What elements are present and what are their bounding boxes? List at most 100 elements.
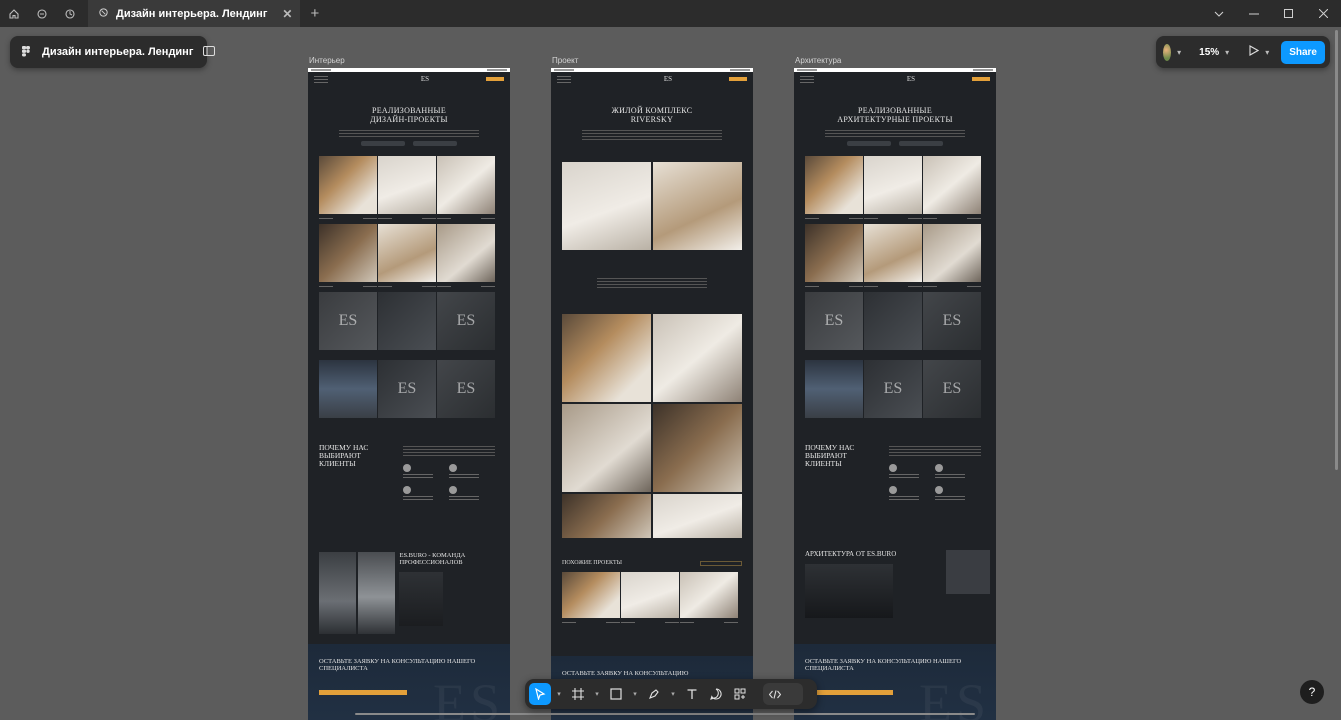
project-card: [562, 572, 620, 623]
site-logo: ES: [420, 75, 430, 83]
why-title: Почему нас выбирают клиенты: [805, 443, 855, 468]
project-card: [680, 572, 738, 623]
share-button[interactable]: Share: [1281, 40, 1325, 64]
frame-interior[interactable]: ES Реализованные дизайн-проекты ES ES ES…: [308, 68, 510, 720]
gallery-row: [562, 494, 753, 538]
team-photo: [319, 552, 357, 634]
projects-grid: ES ES: [805, 360, 996, 418]
minimize-icon[interactable]: [1236, 0, 1271, 27]
layout-toggle-icon[interactable]: [203, 43, 216, 61]
nav-cta: [728, 77, 747, 81]
why-section: Почему нас выбирают клиенты: [319, 444, 510, 500]
hero-text: [582, 130, 722, 140]
projects-grid: [319, 224, 510, 287]
chevron-down-icon[interactable]: ▾: [591, 690, 603, 698]
text-tool-icon[interactable]: [681, 683, 703, 705]
gallery-photo: [653, 162, 742, 250]
consult-title: Оставьте заявку на консультацию нашего с…: [319, 658, 476, 672]
submit-button: [805, 690, 893, 695]
gallery-photo: [562, 314, 651, 402]
gallery-photo: [653, 404, 742, 492]
frame-architecture[interactable]: ES Реализованные архитектурные проекты E…: [794, 68, 996, 720]
close-tab-icon[interactable]: ✕: [282, 7, 292, 21]
projects-grid: [805, 224, 996, 287]
placeholder-card: ES: [378, 360, 436, 418]
project-card: [864, 156, 922, 219]
projects-grid: ES ES: [805, 292, 996, 350]
frame-tool-icon[interactable]: [567, 683, 589, 705]
tab-active-file[interactable]: Дизайн интерьера. Лендинг ✕: [88, 0, 301, 27]
team-title: ES.BURO - команда профессионалов: [399, 552, 466, 566]
placeholder-card: ES: [864, 360, 922, 418]
hero-title: Реализованные архитектурные проекты: [837, 106, 953, 124]
frame-label-interior[interactable]: Интерьер: [309, 56, 345, 65]
projects-grid: ES ES: [319, 292, 510, 350]
project-card: [805, 224, 863, 287]
help-button[interactable]: ?: [1300, 680, 1324, 704]
pen-tool-icon[interactable]: [643, 683, 665, 705]
figma-file-icon: [98, 7, 109, 21]
gallery-row: [562, 314, 753, 402]
new-tab-button[interactable]: +: [310, 5, 319, 22]
file-name[interactable]: Дизайн интерьера. Лендинг: [42, 46, 193, 58]
why-section: Почему нас выбирают клиенты: [805, 444, 996, 500]
window-controls: [1201, 0, 1341, 27]
team-photo: [358, 552, 396, 634]
tab-bar: Дизайн интерьера. Лендинг ✕ +: [0, 0, 1341, 27]
gallery-photo: [653, 494, 742, 538]
gallery-row: [562, 404, 753, 492]
project-card: [437, 224, 495, 287]
chevron-down-icon[interactable]: ▾: [1265, 48, 1269, 57]
site-logo: ES: [906, 75, 916, 83]
right-header-panel: ▾ 15% ▾ ▾ Share: [1156, 36, 1330, 68]
recent-file-icon[interactable]: [56, 0, 84, 27]
placeholder-card: ES: [437, 292, 495, 350]
architecture-section: Архитектура от ES.BURO: [805, 550, 996, 618]
horizontal-scrollbar[interactable]: [355, 713, 975, 715]
frame-label-project[interactable]: Проект: [552, 56, 578, 65]
project-card: [319, 224, 377, 287]
project-card: [864, 224, 922, 287]
zoom-level[interactable]: 15%: [1199, 47, 1219, 58]
main-menu-icon[interactable]: [20, 45, 32, 60]
gallery-photo: [653, 314, 742, 402]
consult-section: Оставьте заявку на консультацию нашего с…: [308, 644, 510, 720]
project-card: [437, 156, 495, 219]
frame-label-architecture[interactable]: Архитектура: [795, 56, 841, 65]
hero-text: [825, 130, 965, 137]
consult-section: Оставьте заявку на консультацию нашего с…: [794, 644, 996, 720]
play-icon[interactable]: [1249, 45, 1260, 59]
dev-mode-icon[interactable]: [763, 683, 803, 705]
chevron-down-icon[interactable]: ▾: [1225, 48, 1229, 57]
gallery-photo: [562, 162, 651, 250]
team-photo: [399, 572, 444, 626]
team-section: ES.BURO - команда профессионалов: [319, 552, 510, 634]
placeholder-card: ES: [923, 292, 981, 350]
site-logo: ES: [663, 75, 673, 83]
similar-projects-header: Похожие проекты: [562, 560, 742, 566]
comment-tool-icon[interactable]: [705, 683, 727, 705]
file-panel: Дизайн интерьера. Лендинг: [10, 36, 216, 68]
placeholder-card: [319, 360, 377, 418]
avatar[interactable]: [1163, 43, 1172, 61]
move-tool-icon[interactable]: [529, 683, 551, 705]
chevron-down-icon[interactable]: ▾: [667, 690, 679, 698]
chevron-down-icon[interactable]: ▾: [1177, 48, 1181, 57]
project-card: [378, 224, 436, 287]
placeholder-card: ES: [319, 292, 377, 350]
rectangle-tool-icon[interactable]: [605, 683, 627, 705]
gallery-photo: [562, 494, 651, 538]
chevron-down-icon[interactable]: ▾: [553, 690, 565, 698]
home-icon[interactable]: [0, 0, 28, 27]
similar-title: Похожие проекты: [562, 560, 622, 566]
chevron-down-icon[interactable]: [1201, 0, 1236, 27]
tab-title: Дизайн интерьера. Лендинг: [116, 7, 268, 20]
similar-projects-grid: [562, 572, 753, 623]
vertical-scrollbar[interactable]: [1335, 30, 1338, 470]
chevron-down-icon[interactable]: ▾: [629, 690, 641, 698]
close-window-icon[interactable]: [1306, 0, 1341, 27]
drafts-icon[interactable]: [28, 0, 56, 27]
frame-project[interactable]: ES Жилой комплекс Riversky Похожие проек…: [551, 68, 753, 720]
maximize-icon[interactable]: [1271, 0, 1306, 27]
components-icon[interactable]: [729, 683, 751, 705]
